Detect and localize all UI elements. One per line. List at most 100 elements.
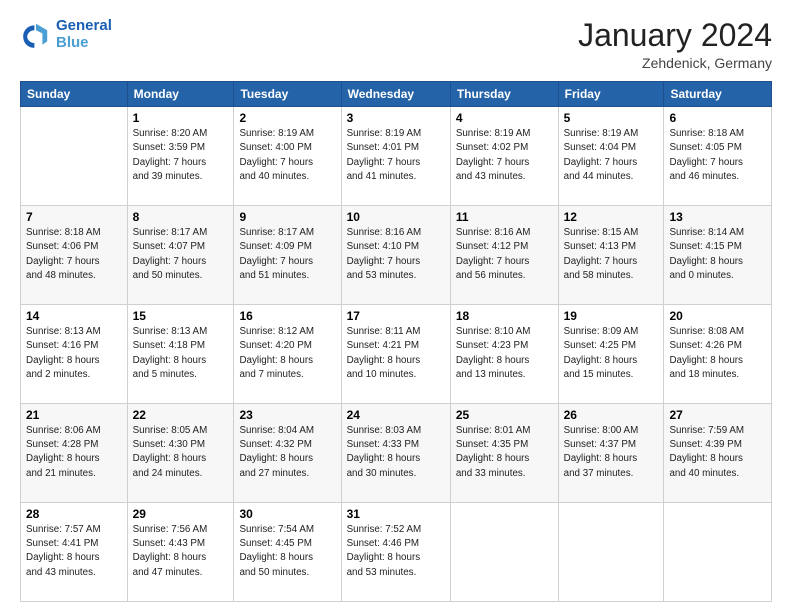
- day-info: Sunrise: 8:17 AMSunset: 4:07 PMDaylight:…: [133, 226, 229, 283]
- day-number: 14: [26, 309, 122, 323]
- header-row: SundayMondayTuesdayWednesdayThursdayFrid…: [21, 82, 772, 107]
- logo-text-general: General: [56, 18, 112, 35]
- calendar-cell: 5 Sunrise: 8:19 AMSunset: 4:04 PMDaylight…: [558, 107, 664, 206]
- calendar-cell: 19Sunrise: 8:09 AMSunset: 4:25 PMDayligh…: [558, 305, 664, 404]
- day-info: Sunrise: 8:10 AMSunset: 4:23 PMDaylight:…: [456, 325, 553, 382]
- subtitle: Zehdenick, Germany: [578, 55, 772, 71]
- day-info: Sunrise: 7:52 AMSunset: 4:46 PMDaylight:…: [347, 523, 445, 580]
- day-number: 30: [239, 507, 335, 521]
- main-title: January 2024: [578, 18, 772, 53]
- day-number: 8: [133, 210, 229, 224]
- day-number: 12: [564, 210, 659, 224]
- day-number: 13: [669, 210, 766, 224]
- calendar-cell: 2 Sunrise: 8:19 AMSunset: 4:00 PMDaylight…: [234, 107, 341, 206]
- calendar-cell: 26Sunrise: 8:00 AMSunset: 4:37 PMDayligh…: [558, 404, 664, 503]
- day-info: Sunrise: 8:14 AMSunset: 4:15 PMDaylight:…: [669, 226, 766, 283]
- title-block: January 2024 Zehdenick, Germany: [578, 18, 772, 71]
- day-number: 18: [456, 309, 553, 323]
- day-number: 4: [456, 111, 553, 125]
- day-number: 20: [669, 309, 766, 323]
- calendar-cell: [21, 107, 128, 206]
- day-number: 5: [564, 111, 659, 125]
- day-info: Sunrise: 8:03 AMSunset: 4:33 PMDaylight:…: [347, 424, 445, 481]
- day-number: 11: [456, 210, 553, 224]
- day-info: Sunrise: 8:16 AMSunset: 4:10 PMDaylight:…: [347, 226, 445, 283]
- calendar-cell: 30Sunrise: 7:54 AMSunset: 4:45 PMDayligh…: [234, 503, 341, 602]
- day-info: Sunrise: 7:56 AMSunset: 4:43 PMDaylight:…: [133, 523, 229, 580]
- day-number: 6: [669, 111, 766, 125]
- calendar-cell: 20 Sunrise: 8:08 AMSunset: 4:26 PMDayligh…: [664, 305, 772, 404]
- calendar-cell: 11Sunrise: 8:16 AMSunset: 4:12 PMDayligh…: [450, 206, 558, 305]
- day-number: 2: [239, 111, 335, 125]
- day-number: 3: [347, 111, 445, 125]
- day-info: Sunrise: 8:18 AMSunset: 4:05 PMDaylight:…: [669, 127, 766, 184]
- calendar-cell: 8 Sunrise: 8:17 AMSunset: 4:07 PMDaylight…: [127, 206, 234, 305]
- calendar-week-0: 1 Sunrise: 8:20 AMSunset: 3:59 PMDaylight…: [21, 107, 772, 206]
- day-number: 28: [26, 507, 122, 521]
- calendar-cell: 22 Sunrise: 8:05 AMSunset: 4:30 PMDayligh…: [127, 404, 234, 503]
- calendar-cell: 9 Sunrise: 8:17 AMSunset: 4:09 PMDaylight…: [234, 206, 341, 305]
- calendar-cell: [664, 503, 772, 602]
- calendar-week-2: 14 Sunrise: 8:13 AMSunset: 4:16 PMDayligh…: [21, 305, 772, 404]
- day-info: Sunrise: 8:13 AMSunset: 4:16 PMDaylight:…: [26, 325, 122, 382]
- calendar-cell: [558, 503, 664, 602]
- day-info: Sunrise: 8:04 AMSunset: 4:32 PMDaylight:…: [239, 424, 335, 481]
- calendar-cell: 21Sunrise: 8:06 AMSunset: 4:28 PMDayligh…: [21, 404, 128, 503]
- calendar-header-tuesday: Tuesday: [234, 82, 341, 107]
- calendar-cell: 27 Sunrise: 7:59 AMSunset: 4:39 PMDayligh…: [664, 404, 772, 503]
- day-info: Sunrise: 8:19 AMSunset: 4:02 PMDaylight:…: [456, 127, 553, 184]
- day-info: Sunrise: 8:19 AMSunset: 4:00 PMDaylight:…: [239, 127, 335, 184]
- logo-icon: [20, 19, 52, 51]
- calendar-cell: 12 Sunrise: 8:15 AMSunset: 4:13 PMDayligh…: [558, 206, 664, 305]
- calendar-cell: 28 Sunrise: 7:57 AMSunset: 4:41 PMDayligh…: [21, 503, 128, 602]
- day-number: 27: [669, 408, 766, 422]
- day-info: Sunrise: 8:17 AMSunset: 4:09 PMDaylight:…: [239, 226, 335, 283]
- calendar-header-friday: Friday: [558, 82, 664, 107]
- calendar-header: SundayMondayTuesdayWednesdayThursdayFrid…: [21, 82, 772, 107]
- day-info: Sunrise: 8:01 AMSunset: 4:35 PMDaylight:…: [456, 424, 553, 481]
- day-info: Sunrise: 7:59 AMSunset: 4:39 PMDaylight:…: [669, 424, 766, 481]
- day-info: Sunrise: 8:15 AMSunset: 4:13 PMDaylight:…: [564, 226, 659, 283]
- day-info: Sunrise: 8:09 AMSunset: 4:25 PMDaylight:…: [564, 325, 659, 382]
- calendar-cell: 31 Sunrise: 7:52 AMSunset: 4:46 PMDayligh…: [341, 503, 450, 602]
- calendar-cell: 17Sunrise: 8:11 AMSunset: 4:21 PMDayligh…: [341, 305, 450, 404]
- day-number: 29: [133, 507, 229, 521]
- day-number: 31: [347, 507, 445, 521]
- calendar-header-sunday: Sunday: [21, 82, 128, 107]
- day-info: Sunrise: 7:57 AMSunset: 4:41 PMDaylight:…: [26, 523, 122, 580]
- day-number: 10: [347, 210, 445, 224]
- calendar-cell: [450, 503, 558, 602]
- day-number: 23: [239, 408, 335, 422]
- calendar-header-monday: Monday: [127, 82, 234, 107]
- day-info: Sunrise: 8:19 AMSunset: 4:04 PMDaylight:…: [564, 127, 659, 184]
- day-number: 17: [347, 309, 445, 323]
- calendar-cell: 29 Sunrise: 7:56 AMSunset: 4:43 PMDayligh…: [127, 503, 234, 602]
- header: General Blue January 2024 Zehdenick, Ger…: [20, 18, 772, 71]
- calendar-header-wednesday: Wednesday: [341, 82, 450, 107]
- calendar-cell: 14 Sunrise: 8:13 AMSunset: 4:16 PMDayligh…: [21, 305, 128, 404]
- calendar-cell: 6 Sunrise: 8:18 AMSunset: 4:05 PMDaylight…: [664, 107, 772, 206]
- day-info: Sunrise: 8:12 AMSunset: 4:20 PMDaylight:…: [239, 325, 335, 382]
- logo: General Blue: [20, 18, 112, 51]
- calendar-body: 1 Sunrise: 8:20 AMSunset: 3:59 PMDaylight…: [21, 107, 772, 602]
- day-number: 22: [133, 408, 229, 422]
- calendar-cell: 25Sunrise: 8:01 AMSunset: 4:35 PMDayligh…: [450, 404, 558, 503]
- calendar-cell: 3 Sunrise: 8:19 AMSunset: 4:01 PMDaylight…: [341, 107, 450, 206]
- logo-text-blue: Blue: [56, 35, 112, 52]
- day-info: Sunrise: 8:20 AMSunset: 3:59 PMDaylight:…: [133, 127, 229, 184]
- calendar-table: SundayMondayTuesdayWednesdayThursdayFrid…: [20, 81, 772, 602]
- day-number: 26: [564, 408, 659, 422]
- day-info: Sunrise: 8:06 AMSunset: 4:28 PMDaylight:…: [26, 424, 122, 481]
- day-number: 24: [347, 408, 445, 422]
- day-number: 9: [239, 210, 335, 224]
- day-info: Sunrise: 8:05 AMSunset: 4:30 PMDaylight:…: [133, 424, 229, 481]
- day-info: Sunrise: 8:19 AMSunset: 4:01 PMDaylight:…: [347, 127, 445, 184]
- calendar-week-1: 7Sunrise: 8:18 AMSunset: 4:06 PMDaylight…: [21, 206, 772, 305]
- calendar-cell: 13 Sunrise: 8:14 AMSunset: 4:15 PMDayligh…: [664, 206, 772, 305]
- calendar-cell: 24 Sunrise: 8:03 AMSunset: 4:33 PMDayligh…: [341, 404, 450, 503]
- day-number: 1: [133, 111, 229, 125]
- page: General Blue January 2024 Zehdenick, Ger…: [0, 0, 792, 612]
- day-number: 7: [26, 210, 122, 224]
- day-info: Sunrise: 8:08 AMSunset: 4:26 PMDaylight:…: [669, 325, 766, 382]
- calendar-week-4: 28 Sunrise: 7:57 AMSunset: 4:41 PMDayligh…: [21, 503, 772, 602]
